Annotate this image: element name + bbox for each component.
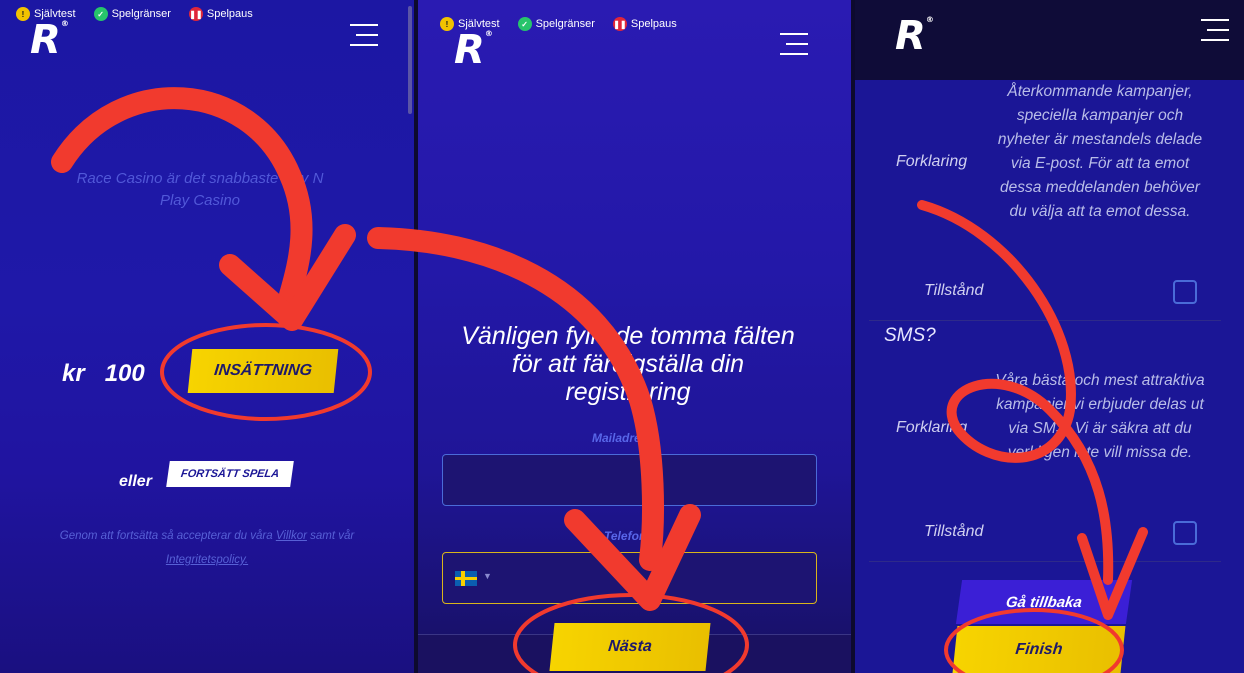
deposit-amount[interactable]: kr 100 xyxy=(62,360,145,388)
logo-letter: R xyxy=(895,13,926,59)
self-test-icon: ! xyxy=(440,17,454,31)
terms-prefix: Genom att fortsätta så accepterar du vår… xyxy=(59,530,273,542)
email-label: Mailadress xyxy=(592,431,655,445)
limits-icon: ✓ xyxy=(517,17,532,31)
divider xyxy=(869,320,1221,321)
race-logo[interactable]: R® xyxy=(454,27,493,73)
logo-letter: R xyxy=(30,17,61,63)
pause-label: Spelpaus xyxy=(630,18,677,30)
email-explanation-text: Återkommande kampanjer, speciella kampan… xyxy=(997,83,1203,220)
registration-heading: Vänligen fyll i de tomma fälten för att … xyxy=(461,322,795,406)
sms-permission-checkbox[interactable] xyxy=(1173,521,1197,545)
terms-mid: samt vår xyxy=(310,530,355,542)
header-bar: R® xyxy=(855,0,1244,80)
pause-link[interactable]: ❚❚ Spelpaus xyxy=(188,7,253,21)
self-test-icon: ! xyxy=(16,7,30,21)
logo-trademark: ® xyxy=(925,15,934,24)
panel-deposit: ! Självtest ✓ Spelgränser ❚❚ Spelpaus R®… xyxy=(0,0,414,673)
phone-field[interactable]: ▼ xyxy=(442,552,817,604)
terms-text: Genom att fortsätta så accepterar du vår… xyxy=(24,524,390,572)
terms-link[interactable]: Villkor xyxy=(276,530,307,542)
race-logo[interactable]: R® xyxy=(895,13,934,59)
phone-label: Telefon xyxy=(604,529,647,543)
sms-explanation-label: Forklaring xyxy=(896,419,968,436)
limits-link[interactable]: ✓ Spelgränser xyxy=(517,17,595,31)
email-explanation-label: Forklaring xyxy=(896,153,968,170)
next-button[interactable]: Nästa xyxy=(549,623,711,671)
hamburger-menu-icon[interactable] xyxy=(350,24,378,46)
panel-consent: R® Forklaring Återkommande kampanjer, sp… xyxy=(855,0,1244,673)
logo-trademark: ® xyxy=(484,29,493,38)
sms-heading: SMS? xyxy=(884,325,936,346)
divider xyxy=(869,561,1221,562)
sms-explanation-text: Våra bästa och mest attraktiva kampanjer… xyxy=(995,372,1205,461)
pause-label: Spelpaus xyxy=(206,8,253,20)
tagline: Race Casino är det snabbaste Pay N Play … xyxy=(76,170,324,209)
panel-registration: ! Självtest ✓ Spelgränser ❚❚ Spelpaus R®… xyxy=(418,0,852,673)
sms-permission-label: Tillstånd xyxy=(924,523,984,540)
deposit-button[interactable]: INSÄTTNING xyxy=(187,349,339,393)
finish-button[interactable]: Finish xyxy=(952,626,1126,673)
back-button[interactable]: Gå tillbaka xyxy=(955,580,1133,624)
limits-link[interactable]: ✓ Spelgränser xyxy=(93,7,171,21)
scrollbar[interactable] xyxy=(408,6,412,114)
race-logo[interactable]: R® xyxy=(30,17,69,63)
continue-playing-button[interactable]: FORTSÄTT SPELA xyxy=(166,461,294,487)
email-permission-checkbox[interactable] xyxy=(1173,280,1197,304)
logo-letter: R xyxy=(454,27,485,73)
pause-icon: ❚❚ xyxy=(188,7,203,21)
sweden-flag-icon[interactable] xyxy=(455,571,477,586)
currency-label: kr xyxy=(62,360,85,387)
pause-link[interactable]: ❚❚ Spelpaus xyxy=(612,17,677,31)
limits-label: Spelgränser xyxy=(535,18,595,30)
email-permission-label: Tillstånd xyxy=(924,282,984,299)
limits-label: Spelgränser xyxy=(111,8,171,20)
pause-icon: ❚❚ xyxy=(612,17,627,31)
hamburger-menu-icon[interactable] xyxy=(1201,19,1229,41)
chevron-down-icon[interactable]: ▼ xyxy=(483,571,492,581)
or-label: eller xyxy=(119,473,152,490)
privacy-link[interactable]: Integritetspolicy. xyxy=(166,554,248,566)
hamburger-menu-icon[interactable] xyxy=(780,33,808,55)
amount-value: 100 xyxy=(104,360,145,387)
limits-icon: ✓ xyxy=(93,7,108,21)
email-field[interactable] xyxy=(442,454,817,506)
logo-trademark: ® xyxy=(60,19,69,28)
